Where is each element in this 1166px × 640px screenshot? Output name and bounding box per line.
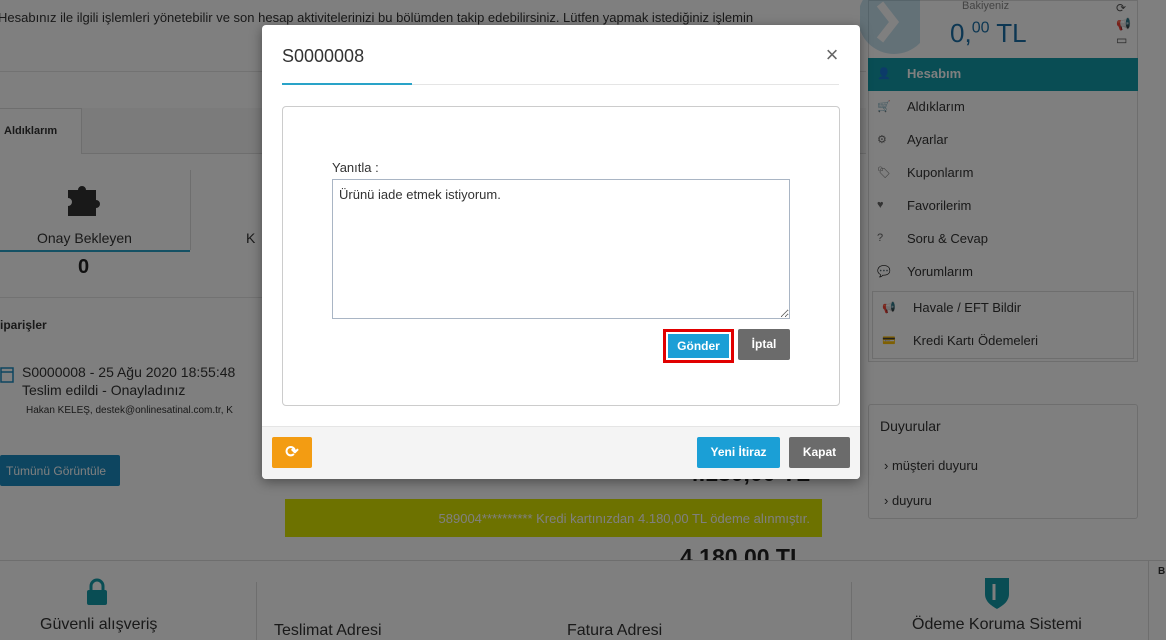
title-accent-bar <box>282 83 412 85</box>
close-icon[interactable]: × <box>824 44 840 66</box>
send-button-label: Gönder <box>668 334 729 358</box>
cancel-button[interactable]: İptal <box>738 329 790 360</box>
reply-modal: S0000008 × Yanıtla : Ürünü iade etmek is… <box>262 25 860 479</box>
reply-label: Yanıtla : <box>332 160 379 175</box>
modal-title: S0000008 <box>282 46 365 66</box>
close-button[interactable]: Kapat <box>789 437 850 468</box>
refresh-icon: ⟳ <box>285 444 299 461</box>
new-objection-button[interactable]: Yeni İtiraz <box>697 437 780 468</box>
reply-textarea[interactable]: Ürünü iade etmek istiyorum. <box>332 179 790 319</box>
refresh-button[interactable]: ⟳ <box>272 437 312 468</box>
send-button[interactable]: Gönder <box>663 329 734 363</box>
